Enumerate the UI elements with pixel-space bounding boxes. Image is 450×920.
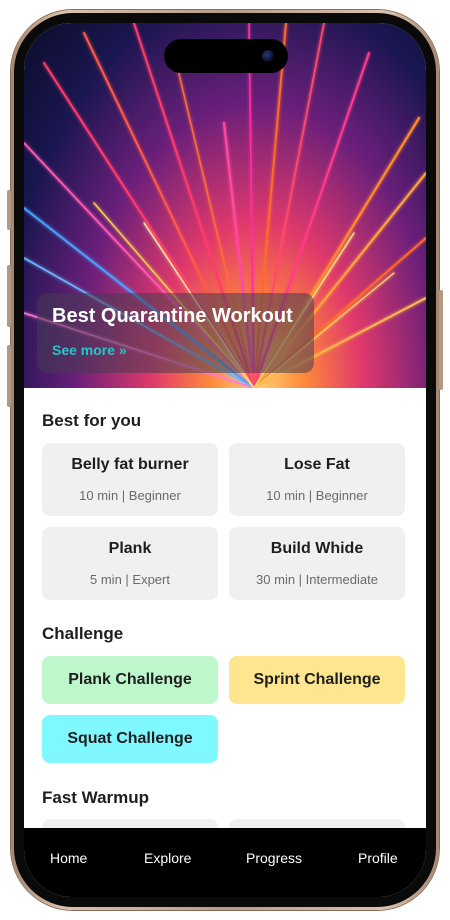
phone-volume-up-button [7,265,11,327]
workout-card-lose-fat[interactable]: Lose Fat 10 min | Beginner [229,443,405,516]
dynamic-island [164,39,288,73]
plank-challenge-button[interactable]: Plank Challenge [42,656,218,704]
tab-home[interactable]: Home [50,850,87,866]
hero-caption-card: Best Quarantine Workout See more » [37,293,314,373]
see-more-link[interactable]: See more » [52,342,127,358]
workout-card-title: Plank [108,540,152,557]
app-screen: Best Quarantine Workout See more » Best … [24,23,426,897]
tab-profile[interactable]: Profile [358,850,398,866]
tab-explore[interactable]: Explore [144,850,191,866]
workout-card-meta: 30 min | Intermediate [256,572,378,587]
workout-card-title: Lose Fat [284,456,350,473]
workout-card-meta: 5 min | Expert [90,572,170,587]
workout-card-title: Build Whide [270,540,364,557]
hero-title: Best Quarantine Workout [52,305,293,327]
phone-power-button [439,290,443,390]
sprint-challenge-button[interactable]: Sprint Challenge [229,656,405,704]
workout-card-plank[interactable]: Plank 5 min | Expert [42,527,218,600]
tab-progress[interactable]: Progress [246,850,302,866]
squat-challenge-button[interactable]: Squat Challenge [42,715,218,763]
workout-card-meta: 10 min | Beginner [266,488,368,503]
workout-card-belly-fat-burner[interactable]: Belly fat burner 10 min | Beginner [42,443,218,516]
hero-banner[interactable]: Best Quarantine Workout See more » [24,23,426,388]
workout-card-build-whide[interactable]: Build Whide 30 min | Intermediate [229,527,405,600]
phone-action-button [7,190,11,230]
section-title-fast-warmup: Fast Warmup [42,788,150,807]
section-title-challenge: Challenge [42,624,124,643]
section-title-best-for-you: Best for you [42,411,142,430]
workout-card-meta: 10 min | Beginner [79,488,181,503]
workout-card-title: Belly fat burner [71,456,189,473]
bottom-tab-bar: Home Explore Progress Profile [24,828,426,897]
camera-lens-icon [262,50,274,62]
phone-volume-down-button [7,345,11,407]
